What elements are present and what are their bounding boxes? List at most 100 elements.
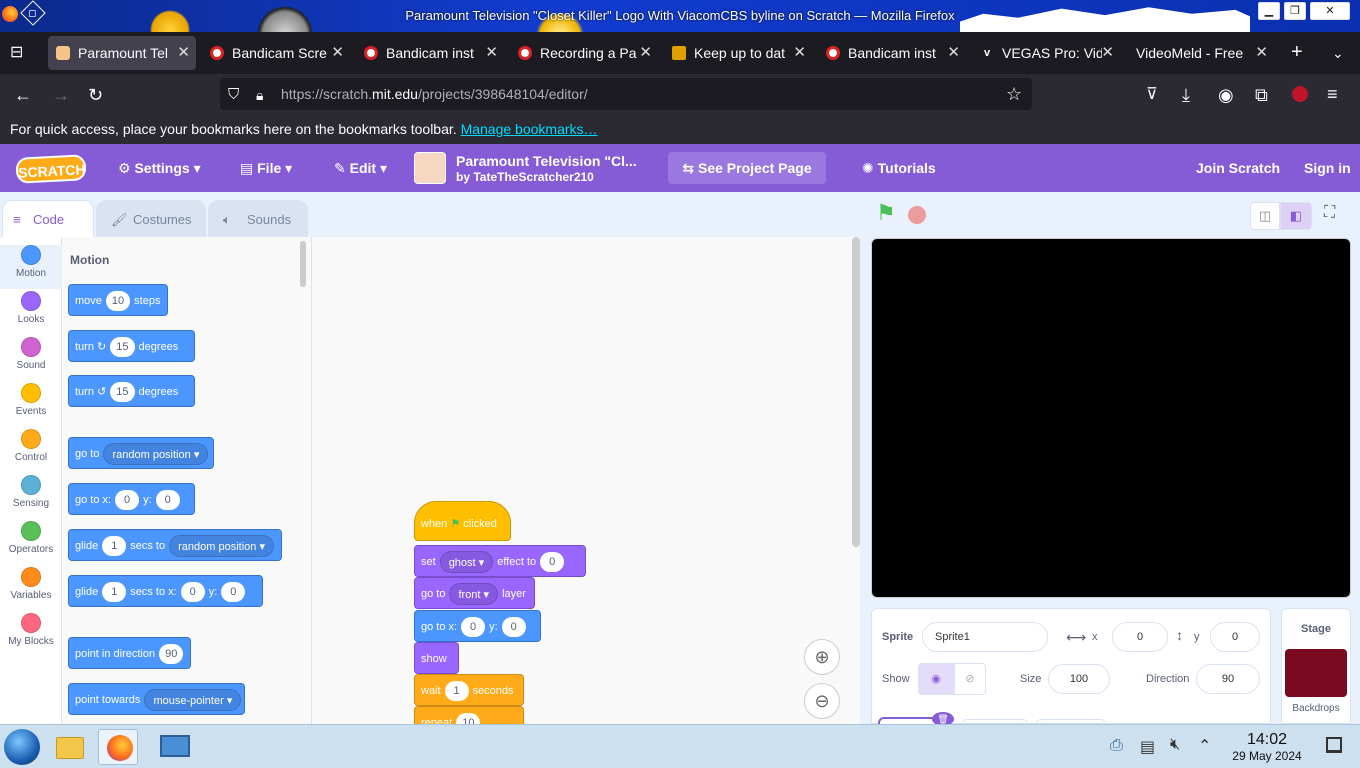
tab-code[interactable]: ≡ Code (2, 200, 94, 237)
green-flag-icon[interactable]: ⚑ (876, 202, 896, 224)
script-scrollbar[interactable] (852, 237, 860, 547)
file-explorer-icon[interactable] (50, 729, 90, 765)
palette-scrollbar[interactable] (300, 241, 306, 287)
extensions-icon[interactable]: ⧉ (1255, 86, 1268, 104)
sprite-y-input[interactable]: 0 (1210, 622, 1260, 652)
sprite-size-input[interactable]: 100 (1048, 664, 1110, 694)
tab-keep-up[interactable]: Keep up to dat ✕ (664, 36, 812, 70)
start-button[interactable] (4, 729, 40, 765)
clipboard-icon[interactable]: ▤ (1140, 737, 1155, 757)
account-icon[interactable]: ◉ (1218, 86, 1234, 104)
stage-canvas[interactable] (871, 238, 1351, 598)
close-tab-icon[interactable]: ✕ (485, 36, 498, 70)
chevron-up-icon[interactable]: ⌃ (1198, 736, 1211, 756)
forward-icon[interactable]: → (52, 86, 70, 104)
y-input[interactable]: 0 (221, 582, 246, 603)
join-scratch-button[interactable]: Join Scratch (1196, 144, 1280, 192)
tab-bandicam-inst[interactable]: Bandicam inst ✕ (356, 36, 504, 70)
bookmark-star-icon[interactable]: ☆ (1006, 85, 1022, 103)
downloads-icon[interactable]: ⤓ (1182, 86, 1190, 104)
block-when-flag-clicked[interactable]: when ⚑ clicked (414, 501, 511, 541)
y-input[interactable]: 0 (501, 617, 526, 638)
stop-icon[interactable] (908, 206, 926, 224)
backdrop-thumbnail[interactable] (1285, 649, 1347, 697)
maximize-button[interactable]: ❐ (1284, 2, 1306, 20)
scratch-logo[interactable]: SCRATCH (15, 154, 87, 184)
block-turn-right[interactable]: turn ↻ 15 degrees (68, 330, 195, 362)
block-glide-to[interactable]: glide 1 secs to random position ▾ (68, 529, 282, 561)
tab-bandicam-inst-2[interactable]: Bandicam inst ✕ (818, 36, 966, 70)
close-tab-icon[interactable]: ✕ (1101, 36, 1114, 70)
project-author[interactable]: by TateTheScratcher210 (456, 170, 594, 184)
tab-sounds[interactable]: 🔈︎ Sounds (208, 200, 308, 237)
small-stage-icon[interactable]: ◫ (1250, 202, 1280, 230)
secs-input[interactable]: 1 (102, 536, 127, 557)
edit-menu[interactable]: ✎ Edit ▾ (334, 144, 387, 192)
close-tab-icon[interactable]: ✕ (947, 36, 960, 70)
sign-in-button[interactable]: Sign in (1304, 144, 1351, 192)
category-my-blocks[interactable]: My Blocks (0, 613, 62, 647)
steps-input[interactable]: 10 (105, 291, 131, 312)
block-glide-to-xy[interactable]: glide 1 secs to x: 0 y: 0 (68, 575, 263, 607)
stage-selector[interactable]: Stage Backdrops (1281, 608, 1351, 724)
layer-dropdown[interactable]: front ▾ (449, 583, 499, 606)
pocket-icon[interactable]: ⊽ (1146, 86, 1158, 104)
close-window-button[interactable]: ✕ (1310, 2, 1350, 20)
see-project-page-button[interactable]: ⇆ See Project Page (668, 152, 826, 184)
block-wait[interactable]: wait 1 seconds (414, 674, 524, 706)
secs-input[interactable]: 1 (102, 582, 127, 603)
x-input[interactable]: 0 (180, 582, 205, 603)
category-looks[interactable]: Looks (0, 291, 62, 325)
zoom-out-button[interactable]: ⊖ (804, 683, 840, 719)
clock-date[interactable]: 29 May 2024 (1222, 749, 1312, 763)
tab-bandicam-screen[interactable]: Bandicam Scre ✕ (202, 36, 350, 70)
network-icon[interactable]: ⎙ (1110, 737, 1123, 755)
y-input[interactable]: 0 (155, 490, 180, 511)
new-tab-icon[interactable]: + (1291, 42, 1303, 62)
author-avatar[interactable] (414, 152, 446, 184)
seconds-input[interactable]: 1 (444, 681, 469, 702)
block-go-to-xy[interactable]: go to x: 0 y: 0 (414, 610, 541, 642)
close-tab-icon[interactable]: ✕ (1255, 36, 1268, 70)
settings-menu[interactable]: ⚙ Settings ▾ (118, 144, 201, 192)
category-events[interactable]: Events (0, 383, 62, 417)
menu-hamburger-icon[interactable]: ≡ (1327, 85, 1338, 103)
effect-dropdown[interactable]: ghost ▾ (439, 551, 494, 574)
direction-input[interactable]: 90 (159, 644, 184, 665)
block-go-to-layer[interactable]: go to front ▾ layer (414, 577, 535, 609)
large-stage-icon[interactable]: ◧ (1280, 202, 1312, 230)
list-tabs-chevron-icon[interactable]: ⌄ (1332, 44, 1344, 62)
sprite-direction-input[interactable]: 90 (1196, 664, 1260, 694)
firefox-taskbar-icon[interactable] (98, 729, 138, 765)
sprite-x-input[interactable]: 0 (1112, 622, 1168, 652)
block-go-to[interactable]: go to random position ▾ (68, 437, 214, 469)
tracking-shield-icon[interactable]: ⛉ (228, 86, 239, 104)
block-point-direction[interactable]: point in direction 90 (68, 637, 191, 669)
block-show[interactable]: show (414, 642, 459, 674)
category-variables[interactable]: Variables (0, 567, 62, 601)
category-sensing[interactable]: Sensing (0, 475, 62, 509)
category-operators[interactable]: Operators (0, 521, 62, 555)
tab-costumes[interactable]: 🖌︎ Costumes (96, 200, 206, 237)
minimize-button[interactable]: ▁ (1258, 2, 1280, 20)
sprite-name-input[interactable]: Sprite1 (922, 622, 1048, 652)
degrees-input[interactable]: 15 (110, 382, 135, 403)
tab-paramount[interactable]: Paramount Tel ✕ (48, 36, 196, 70)
tutorials-button[interactable]: ✺ Tutorials (862, 144, 936, 192)
manage-bookmarks-link[interactable]: Manage bookmarks… (461, 121, 598, 137)
block-point-towards[interactable]: point towards mouse-pointer ▾ (68, 683, 245, 715)
tab-recording[interactable]: Recording a Pa ✕ (510, 36, 658, 70)
computer-icon[interactable] (154, 729, 194, 765)
zoom-in-button[interactable]: ⊕ (804, 639, 840, 675)
category-sound[interactable]: Sound (0, 337, 62, 371)
target-dropdown[interactable]: random position ▾ (103, 443, 209, 466)
script-area[interactable]: when ⚑ clicked set ghost ▾ effect to 0 go t… (312, 237, 860, 724)
target-dropdown[interactable]: mouse-pointer ▾ (144, 689, 242, 712)
tab-overview-icon[interactable]: ⊟ (10, 44, 23, 62)
clock-time[interactable]: 14:02 (1222, 731, 1312, 749)
close-tab-icon[interactable]: ✕ (793, 36, 806, 70)
project-title[interactable]: Paramount Television "Cl... (456, 153, 637, 169)
x-input[interactable]: 0 (115, 490, 140, 511)
block-move-steps[interactable]: move 10 steps (68, 284, 168, 316)
lock-icon[interactable]: 🔒︎ (256, 86, 263, 104)
